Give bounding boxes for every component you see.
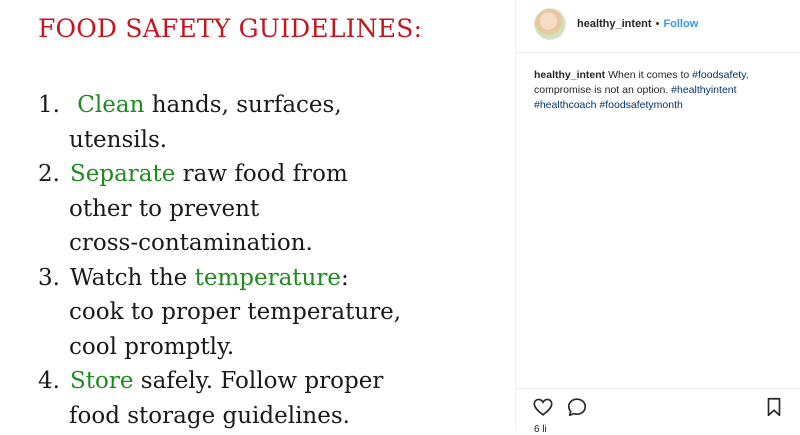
header-divider	[516, 52, 800, 53]
guideline-continuation-line: cool promptly.	[38, 330, 401, 365]
separator-dot: •	[655, 18, 660, 30]
guideline-text: Watch the	[70, 264, 195, 291]
guideline-continuation-line: other to prevent	[38, 192, 401, 227]
actions-divider	[516, 388, 800, 389]
hashtag-link[interactable]: #foodsafetymonth	[599, 99, 682, 111]
heart-icon[interactable]	[532, 396, 554, 418]
guideline-continuation-line: cook to proper temperature,	[38, 295, 401, 330]
guideline-first-line: 3. Watch the temperature:	[38, 261, 401, 296]
guideline-first-line: 4. Store safely. Follow proper	[38, 364, 401, 399]
hashtag-link[interactable]: #healthcoach	[534, 99, 596, 111]
post-header: healthy_intent • Follow	[534, 6, 698, 42]
guideline-text: raw food from	[175, 161, 348, 187]
guidelines-list: 1. Clean hands, surfaces, utensils. 2. Sepa…	[38, 88, 401, 430]
guideline-continuation-line: food storage guidelines.	[38, 399, 401, 431]
avatar[interactable]	[534, 8, 566, 40]
guideline-first-line: 2. Separate raw food from	[38, 157, 401, 192]
guideline-item: 3. Watch the temperature: cook to proper t…	[38, 261, 401, 365]
hashtag-link[interactable]: #foodsafety	[692, 69, 746, 81]
follow-button[interactable]: Follow	[663, 18, 698, 30]
guideline-number: 1.	[38, 92, 60, 118]
guideline-number: 4.	[38, 368, 60, 394]
guideline-text: cook to proper temperature,	[69, 299, 402, 325]
guideline-keyword: Store	[70, 368, 134, 394]
guideline-keyword: temperature	[194, 264, 341, 291]
post-image-title: FOOD SAFETY GUIDELINES:	[38, 14, 423, 43]
hashtag-link[interactable]: #healthyintent	[671, 84, 736, 96]
guideline-first-line: 1. Clean hands, surfaces,	[38, 88, 401, 123]
guideline-item: 4. Store safely. Follow proper food storag…	[38, 364, 401, 430]
guideline-keyword: Separate	[70, 161, 176, 187]
guideline-text: utensils.	[69, 126, 168, 153]
guideline-number: 2.	[38, 161, 60, 187]
guideline-text: food storage guidelines.	[69, 402, 350, 429]
post-image: FOOD SAFETY GUIDELINES: 1. Clean hands, …	[0, 0, 514, 430]
header-username[interactable]: healthy_intent	[577, 18, 652, 30]
guideline-keyword: Clean	[70, 92, 145, 118]
guideline-text: hands, surfaces,	[144, 92, 342, 118]
guideline-text: cool promptly.	[69, 333, 235, 360]
guideline-text: :	[340, 264, 349, 291]
guideline-continuation-line: cross-contamination.	[38, 226, 401, 261]
guideline-text: cross-contamination.	[69, 230, 313, 256]
bookmark-icon[interactable]	[763, 396, 785, 418]
guideline-continuation-line: utensils.	[38, 123, 401, 158]
guideline-item: 1. Clean hands, surfaces, utensils.	[38, 88, 401, 157]
comment-icon[interactable]	[566, 396, 588, 418]
post-sidebar: healthy_intent • Follow healthy_intent W…	[515, 0, 800, 435]
post-caption: healthy_intent When it comes to #foodsaf…	[534, 68, 792, 113]
guideline-text: safely. Follow proper	[133, 368, 384, 394]
guideline-item: 2. Separate raw food from other to prevent…	[38, 157, 401, 261]
guideline-number: 3.	[38, 264, 60, 291]
caption-text: When it comes to	[608, 69, 690, 81]
guideline-text: other to prevent	[69, 195, 260, 222]
caption-username[interactable]: healthy_intent	[534, 69, 605, 81]
